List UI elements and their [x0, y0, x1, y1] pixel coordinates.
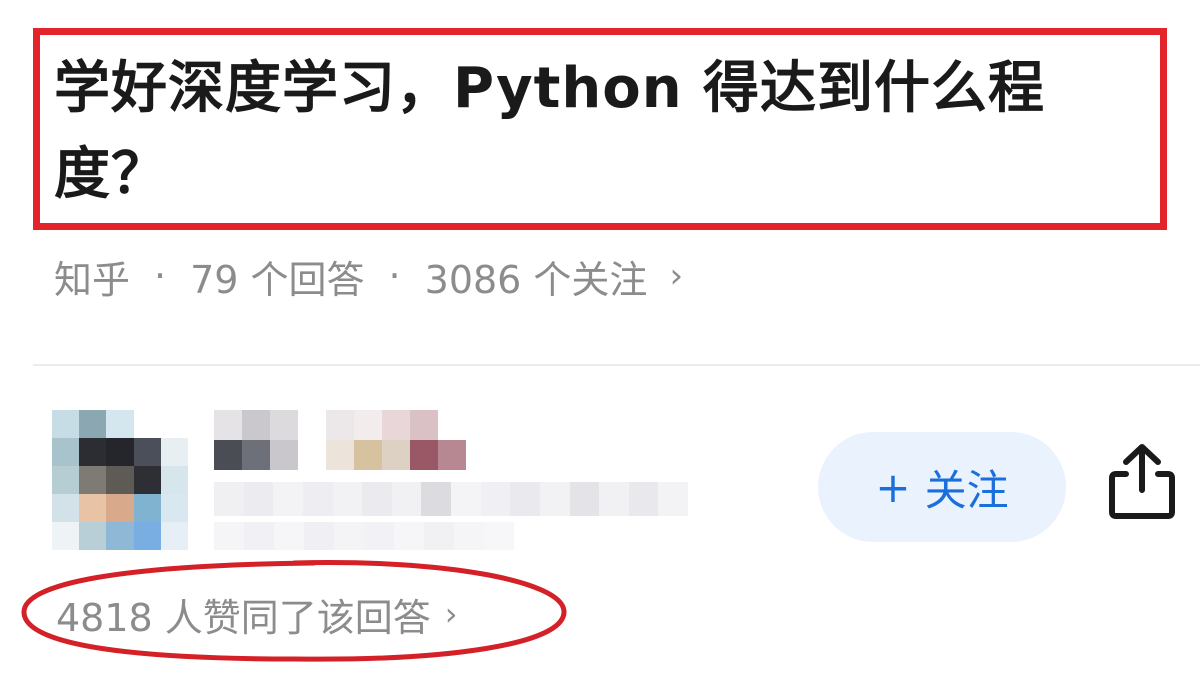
answer-card: 学好深度学习，Python 得达到什么程度？ 知乎 · 79 个回答 · 308… — [0, 0, 1200, 675]
meta-separator: · — [388, 254, 401, 298]
follow-label: 关注 — [924, 465, 1009, 515]
upvote-summary[interactable]: 4818 人赞同了该回答 › — [56, 588, 458, 640]
share-button[interactable] — [1104, 440, 1180, 522]
answer-count: 79 个回答 — [190, 257, 365, 302]
chevron-right-icon: › — [444, 595, 458, 633]
question-meta[interactable]: 知乎 · 79 个回答 · 3086 个关注 › — [54, 248, 683, 304]
author-bio — [214, 482, 688, 516]
source-label: 知乎 — [54, 257, 131, 302]
question-title[interactable]: 学好深度学习，Python 得达到什么程度？ — [54, 46, 1154, 218]
author-bio-line-2 — [214, 522, 514, 550]
plus-icon: + — [875, 462, 911, 512]
avatar[interactable] — [52, 410, 188, 550]
author-name — [214, 410, 466, 470]
meta-separator: · — [154, 254, 167, 298]
divider — [33, 364, 1200, 366]
follower-count: 3086 个关注 — [424, 257, 648, 302]
author-info[interactable] — [214, 410, 688, 550]
share-icon — [1109, 444, 1175, 519]
chevron-right-icon: › — [669, 256, 684, 296]
upvote-count: 4818 人赞同了该回答 — [56, 595, 431, 640]
follow-button[interactable]: + 关注 — [818, 432, 1066, 542]
